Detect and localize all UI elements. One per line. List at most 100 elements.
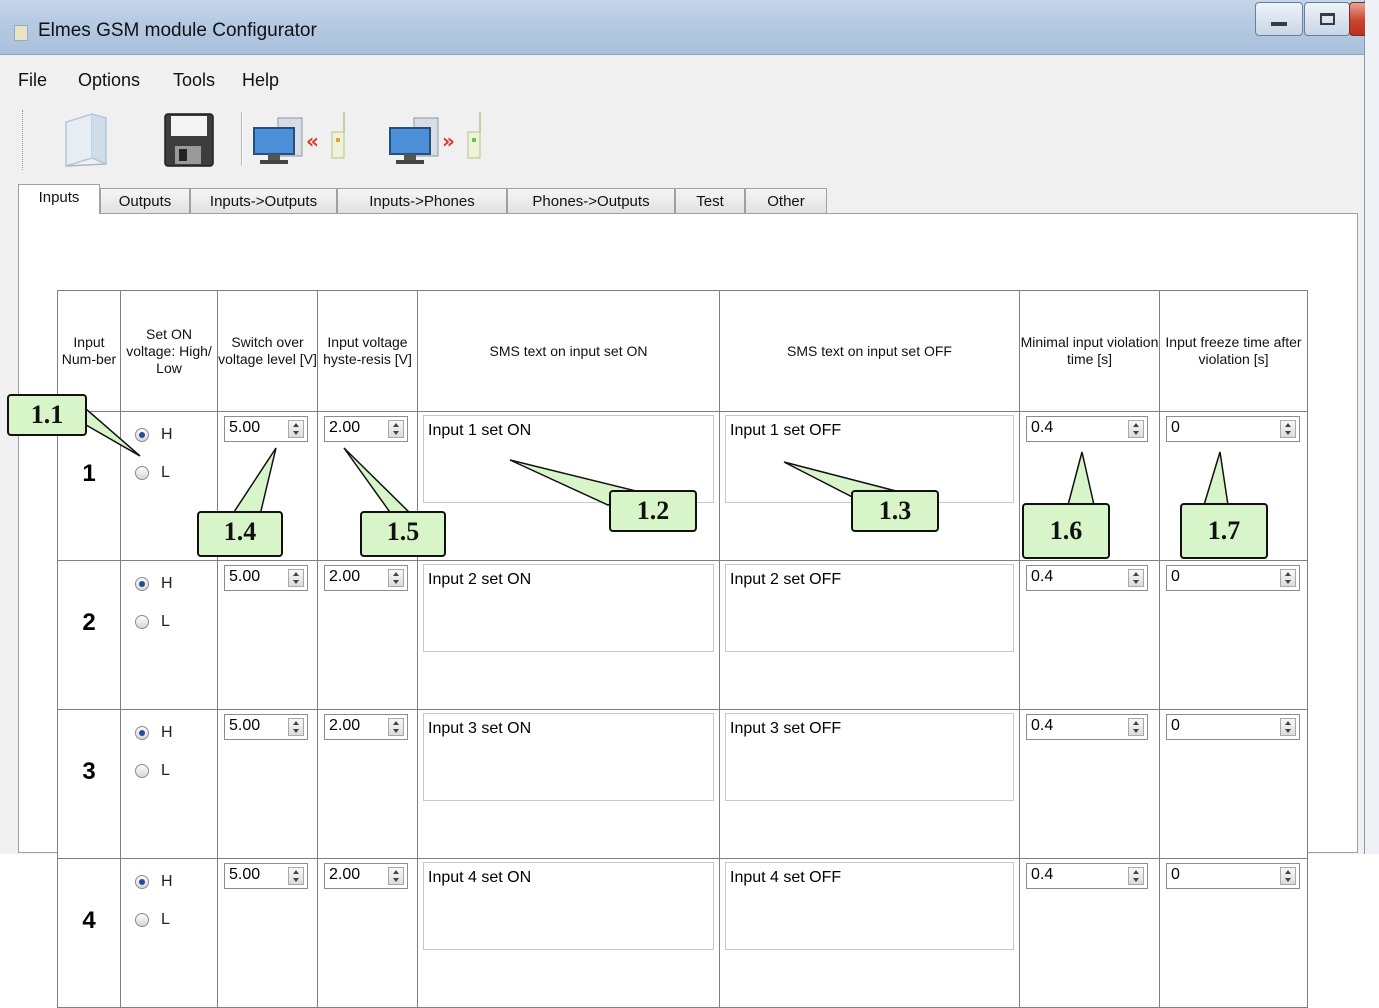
- min-violation-spinner[interactable]: 0.4: [1026, 863, 1148, 889]
- radio-unselected-icon: [135, 764, 149, 778]
- freeze-time-value: 0: [1171, 717, 1180, 734]
- freeze-time-spinner[interactable]: 0: [1166, 714, 1300, 740]
- svg-text:«: «: [306, 129, 319, 153]
- radio-selected-icon: [135, 726, 149, 740]
- spinner-arrows-icon[interactable]: [1280, 569, 1296, 587]
- toolbar-grip: [22, 110, 25, 170]
- radio-low-label: L: [161, 464, 170, 481]
- tab-other[interactable]: Other: [745, 188, 827, 214]
- radio-high[interactable]: H: [135, 575, 173, 593]
- hysteresis-spinner[interactable]: 2.00: [324, 863, 408, 889]
- maximize-button[interactable]: [1304, 2, 1350, 36]
- menu-help[interactable]: Help: [242, 70, 279, 91]
- menu-bar: File Options Tools Help: [0, 62, 1364, 98]
- min-violation-spinner[interactable]: 0.4: [1026, 416, 1148, 442]
- app-icon: [14, 25, 28, 41]
- callout-1-7: 1.7: [1180, 503, 1268, 559]
- sms-off-textbox[interactable]: Input 4 set OFF: [725, 862, 1014, 950]
- freeze-time-spinner[interactable]: 0: [1166, 416, 1300, 442]
- spinner-arrows-icon[interactable]: [288, 867, 304, 885]
- tab-outputs[interactable]: Outputs: [100, 188, 190, 214]
- tab-test[interactable]: Test: [675, 188, 745, 214]
- hysteresis-spinner[interactable]: 2.00: [324, 565, 408, 591]
- spinner-arrows-icon[interactable]: [1128, 569, 1144, 587]
- spinner-arrows-icon[interactable]: [1128, 420, 1144, 438]
- tab-inputs-phones[interactable]: Inputs->Phones: [337, 188, 507, 214]
- spinner-arrows-icon[interactable]: [388, 867, 404, 885]
- radio-low[interactable]: L: [135, 911, 170, 929]
- radio-low-label: L: [161, 613, 170, 630]
- input-number: 1: [82, 460, 96, 487]
- tab-inputs[interactable]: Inputs: [18, 184, 100, 214]
- spinner-arrows-icon[interactable]: [288, 420, 304, 438]
- header-freeze-time: Input freeze time after violation [s]: [1159, 290, 1308, 412]
- read-from-module-icon[interactable]: «: [250, 108, 370, 172]
- callout-1-5: 1.5: [360, 511, 446, 557]
- radio-low[interactable]: L: [135, 762, 170, 780]
- menu-file[interactable]: File: [18, 70, 47, 91]
- save-disk-icon[interactable]: [157, 108, 221, 172]
- radio-high[interactable]: H: [135, 873, 173, 891]
- menu-options[interactable]: Options: [78, 70, 140, 91]
- radio-high[interactable]: H: [135, 426, 173, 444]
- min-violation-value: 0.4: [1031, 717, 1054, 734]
- header-set-on-voltage: Set ON voltage: High/ Low: [120, 290, 218, 412]
- hysteresis-value: 2.00: [329, 419, 361, 436]
- spinner-arrows-icon[interactable]: [388, 569, 404, 587]
- sms-on-textbox[interactable]: Input 4 set ON: [423, 862, 714, 950]
- radio-selected-icon: [135, 428, 149, 442]
- callout-1-2: 1.2: [609, 490, 697, 532]
- spinner-arrows-icon[interactable]: [288, 718, 304, 736]
- spinner-arrows-icon[interactable]: [288, 569, 304, 587]
- hysteresis-value: 2.00: [329, 717, 361, 734]
- title-bar[interactable]: Elmes GSM module Configurator: [0, 0, 1364, 55]
- radio-high-label: H: [161, 873, 173, 890]
- switch-voltage-spinner[interactable]: 5.00: [224, 863, 308, 889]
- radio-high-label: H: [161, 426, 173, 443]
- radio-selected-icon: [135, 577, 149, 591]
- tab-inputs-outputs[interactable]: Inputs->Outputs: [190, 188, 337, 214]
- window-title: Elmes GSM module Configurator: [38, 20, 317, 41]
- spinner-arrows-icon[interactable]: [1128, 867, 1144, 885]
- spinner-arrows-icon[interactable]: [388, 718, 404, 736]
- sms-off-textbox[interactable]: Input 3 set OFF: [725, 713, 1014, 801]
- menu-tools[interactable]: Tools: [173, 70, 215, 91]
- hysteresis-spinner[interactable]: 2.00: [324, 714, 408, 740]
- sms-on-textbox[interactable]: Input 2 set ON: [423, 564, 714, 652]
- min-violation-spinner[interactable]: 0.4: [1026, 565, 1148, 591]
- maximize-icon: [1319, 13, 1335, 25]
- switch-voltage-spinner[interactable]: 5.00: [224, 714, 308, 740]
- table-row: 3 H L 5.00 2.00 Input 3 set ON Input 3 s…: [57, 709, 1308, 859]
- open-file-icon[interactable]: [52, 108, 116, 172]
- switch-voltage-spinner[interactable]: 5.00: [224, 416, 308, 442]
- freeze-time-spinner[interactable]: 0: [1166, 565, 1300, 591]
- write-to-module-icon[interactable]: »: [386, 108, 506, 172]
- input-number: 3: [82, 758, 96, 785]
- freeze-time-value: 0: [1171, 568, 1180, 585]
- freeze-time-value: 0: [1171, 866, 1180, 883]
- tab-strip: Inputs Outputs Inputs->Outputs Inputs->P…: [0, 184, 1364, 214]
- callout-1-4: 1.4: [197, 511, 283, 557]
- minimize-button[interactable]: [1255, 2, 1303, 36]
- hysteresis-spinner[interactable]: 2.00: [324, 416, 408, 442]
- spinner-arrows-icon[interactable]: [1280, 718, 1296, 736]
- min-violation-value: 0.4: [1031, 568, 1054, 585]
- spinner-arrows-icon[interactable]: [1280, 867, 1296, 885]
- switch-voltage-spinner[interactable]: 5.00: [224, 565, 308, 591]
- radio-low[interactable]: L: [135, 613, 170, 631]
- spinner-arrows-icon[interactable]: [1128, 718, 1144, 736]
- radio-low[interactable]: L: [135, 464, 170, 482]
- header-min-violation-time: Minimal input violation time [s]: [1019, 290, 1160, 412]
- sms-off-textbox[interactable]: Input 2 set OFF: [725, 564, 1014, 652]
- sms-on-textbox[interactable]: Input 3 set ON: [423, 713, 714, 801]
- spinner-arrows-icon[interactable]: [388, 420, 404, 438]
- min-violation-spinner[interactable]: 0.4: [1026, 714, 1148, 740]
- spinner-arrows-icon[interactable]: [1280, 420, 1296, 438]
- radio-low-label: L: [161, 911, 170, 928]
- toolbar-separator: [241, 112, 243, 166]
- svg-text:»: »: [442, 129, 455, 153]
- tab-phones-outputs[interactable]: Phones->Outputs: [507, 188, 675, 214]
- freeze-time-spinner[interactable]: 0: [1166, 863, 1300, 889]
- radio-high[interactable]: H: [135, 724, 173, 742]
- table-row: 2 H L 5.00 2.00 Input 2 set ON Input 2 s…: [57, 560, 1308, 710]
